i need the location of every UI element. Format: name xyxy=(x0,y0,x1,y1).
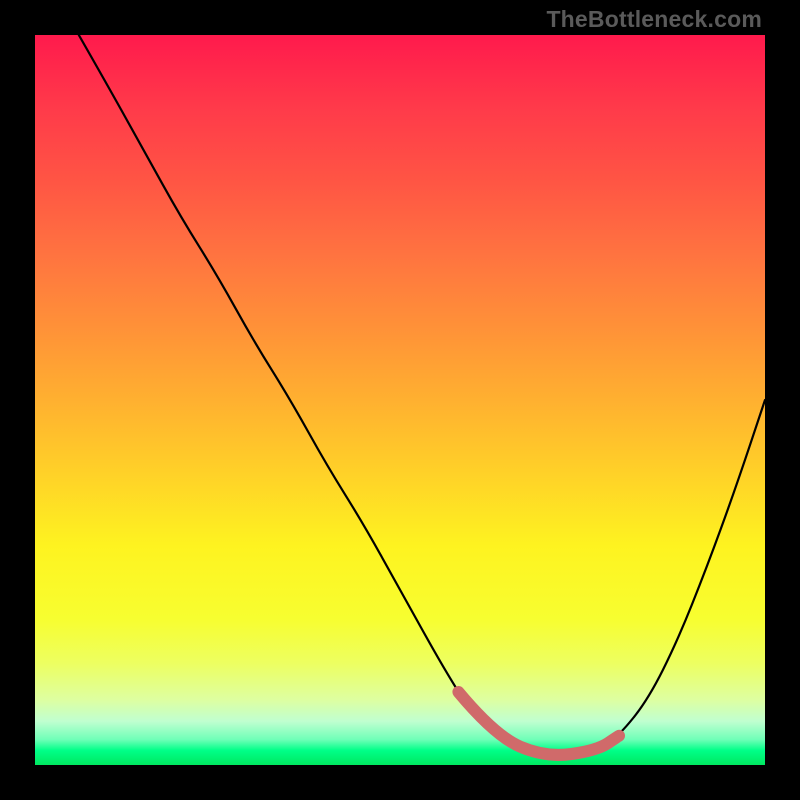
optimal-range-highlight xyxy=(458,692,619,755)
chart-svg xyxy=(35,35,765,765)
attribution-text: TheBottleneck.com xyxy=(546,6,762,33)
chart-frame xyxy=(35,35,765,765)
bottleneck-curve xyxy=(79,35,765,758)
